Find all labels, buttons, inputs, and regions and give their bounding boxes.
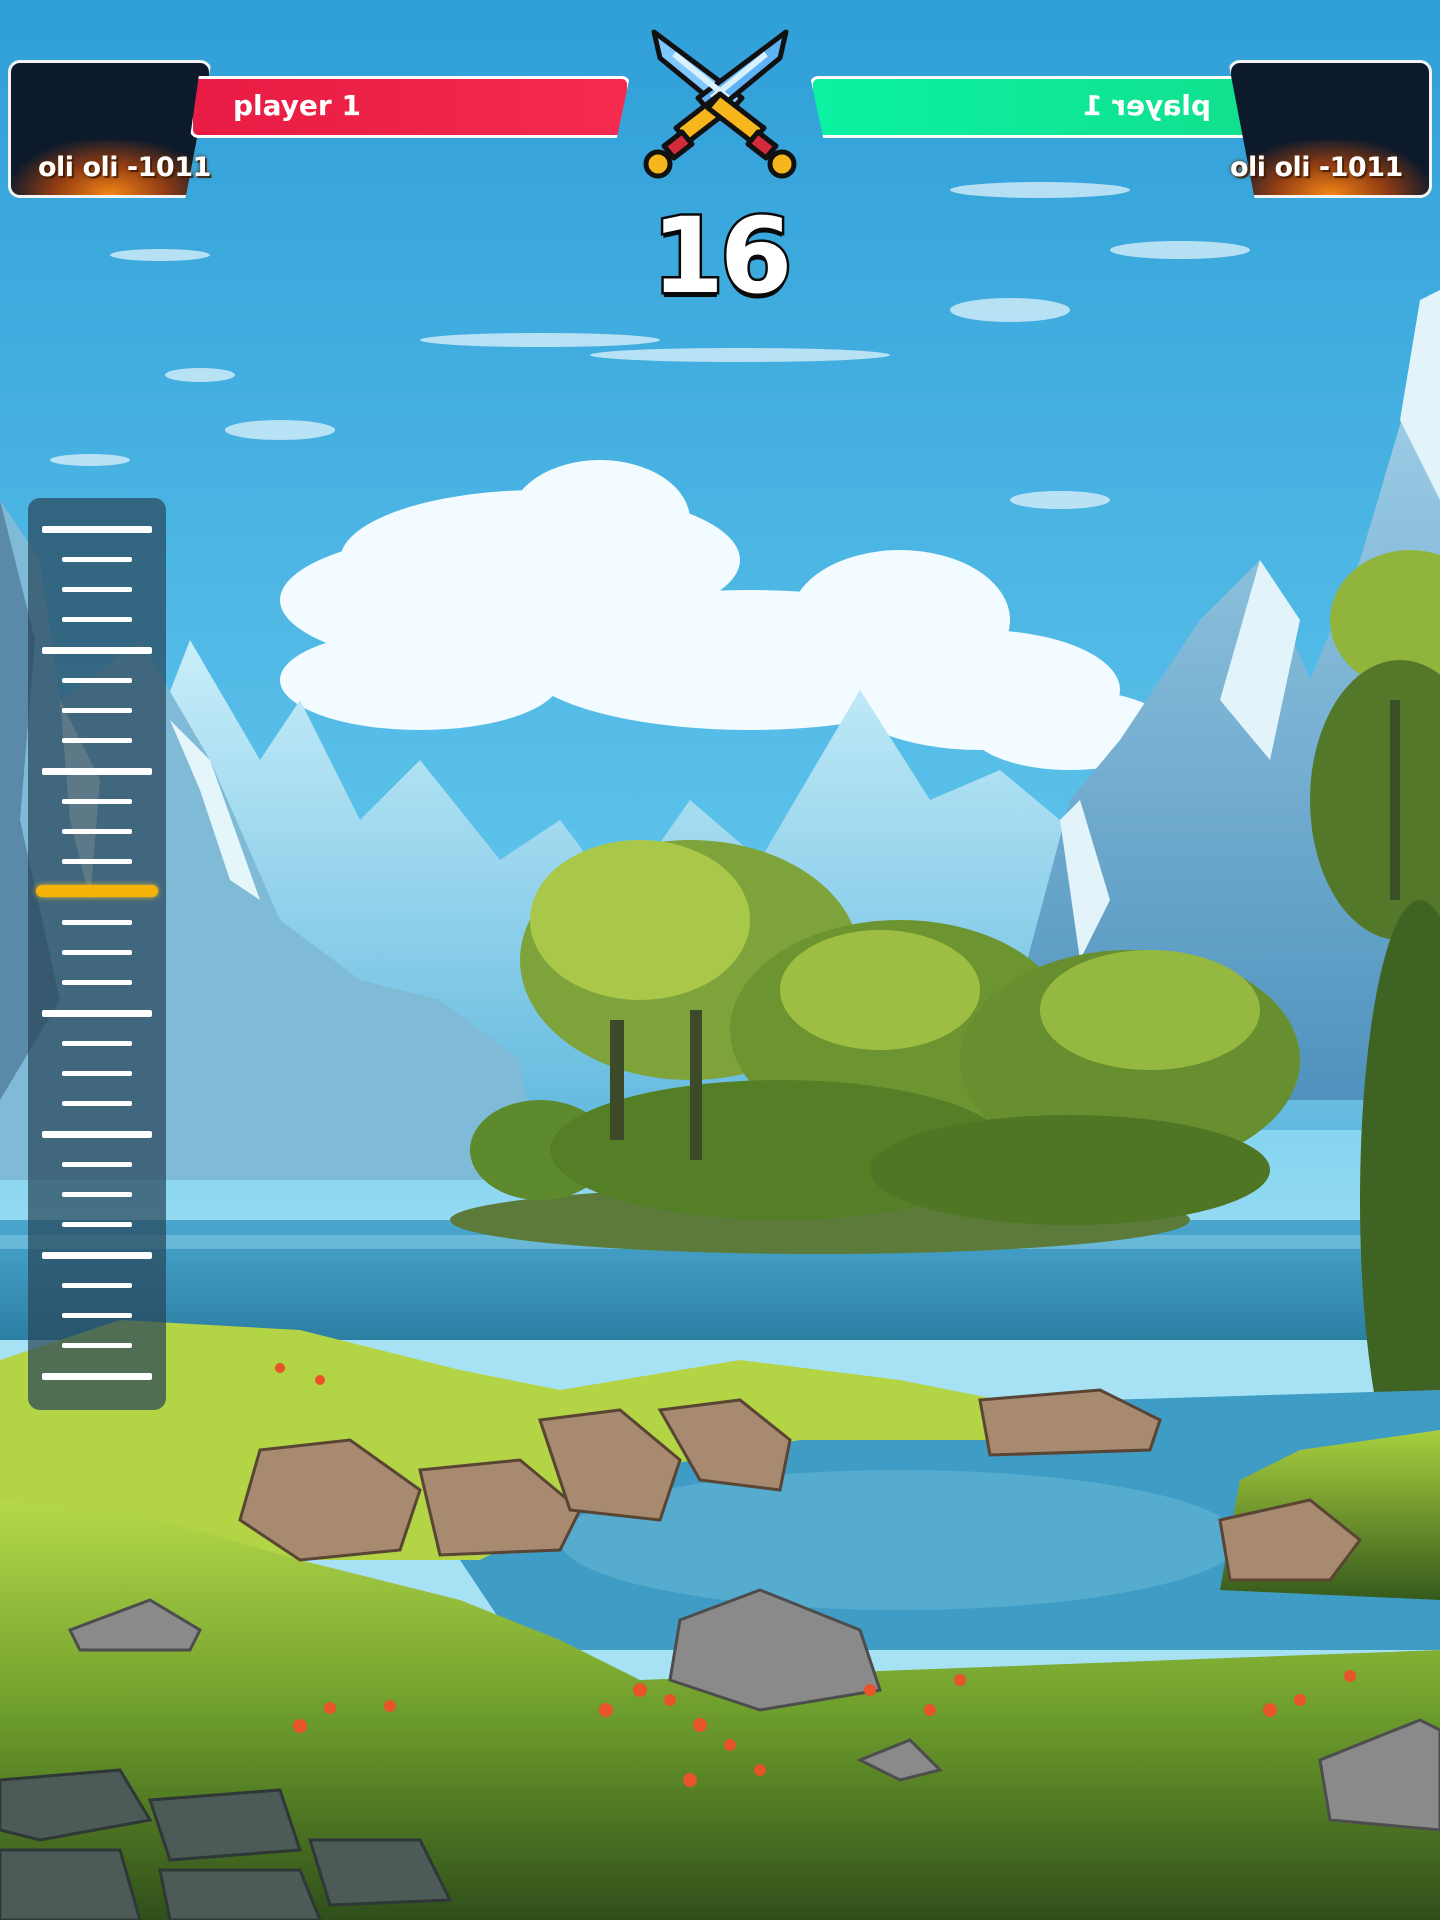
score-counter: 16 — [649, 193, 795, 320]
meter-tick-major — [42, 526, 152, 533]
player-left-avatar-caption: oli oli -1011 — [38, 152, 211, 183]
meter-tick-major — [42, 1010, 152, 1017]
player-right-name-bar: player 1 — [810, 76, 1250, 138]
meter-tick-major — [42, 647, 152, 654]
meter-tick-minor — [62, 950, 132, 955]
meter-tick-minor — [62, 980, 132, 985]
meter-tick-major — [42, 1252, 152, 1259]
meter-tick-minor — [62, 1222, 132, 1227]
power-meter-indicator — [36, 884, 158, 897]
meter-tick-minor — [62, 708, 132, 713]
meter-tick-minor — [62, 557, 132, 562]
meter-tick-minor — [62, 587, 132, 592]
meter-tick-minor — [62, 1343, 132, 1348]
meter-tick-minor — [62, 738, 132, 743]
meter-tick-minor — [62, 1071, 132, 1076]
meter-tick-major — [42, 768, 152, 775]
meter-tick-minor — [62, 829, 132, 834]
meter-tick-minor — [62, 1162, 132, 1167]
meter-tick-minor — [62, 1313, 132, 1318]
player-left-name-bar: player 1 — [190, 76, 630, 138]
player-left-name: player 1 — [233, 89, 361, 122]
meter-tick-minor — [62, 1041, 132, 1046]
player-right-name: player 1 — [1083, 89, 1211, 122]
meter-tick-major — [42, 1131, 152, 1138]
crossed-swords-icon — [643, 29, 797, 179]
meter-tick-minor — [62, 1192, 132, 1197]
meter-tick-minor — [62, 617, 132, 622]
meter-tick-minor — [62, 859, 132, 864]
meter-tick-major — [42, 1373, 152, 1380]
meter-tick-minor — [62, 1101, 132, 1106]
meter-tick-minor — [62, 1283, 132, 1288]
meter-tick-minor — [62, 799, 132, 804]
power-meter — [28, 498, 166, 1410]
player-right-avatar-caption: oli oli -1011 — [1230, 152, 1403, 183]
meter-tick-minor — [62, 920, 132, 925]
meter-tick-minor — [62, 678, 132, 683]
